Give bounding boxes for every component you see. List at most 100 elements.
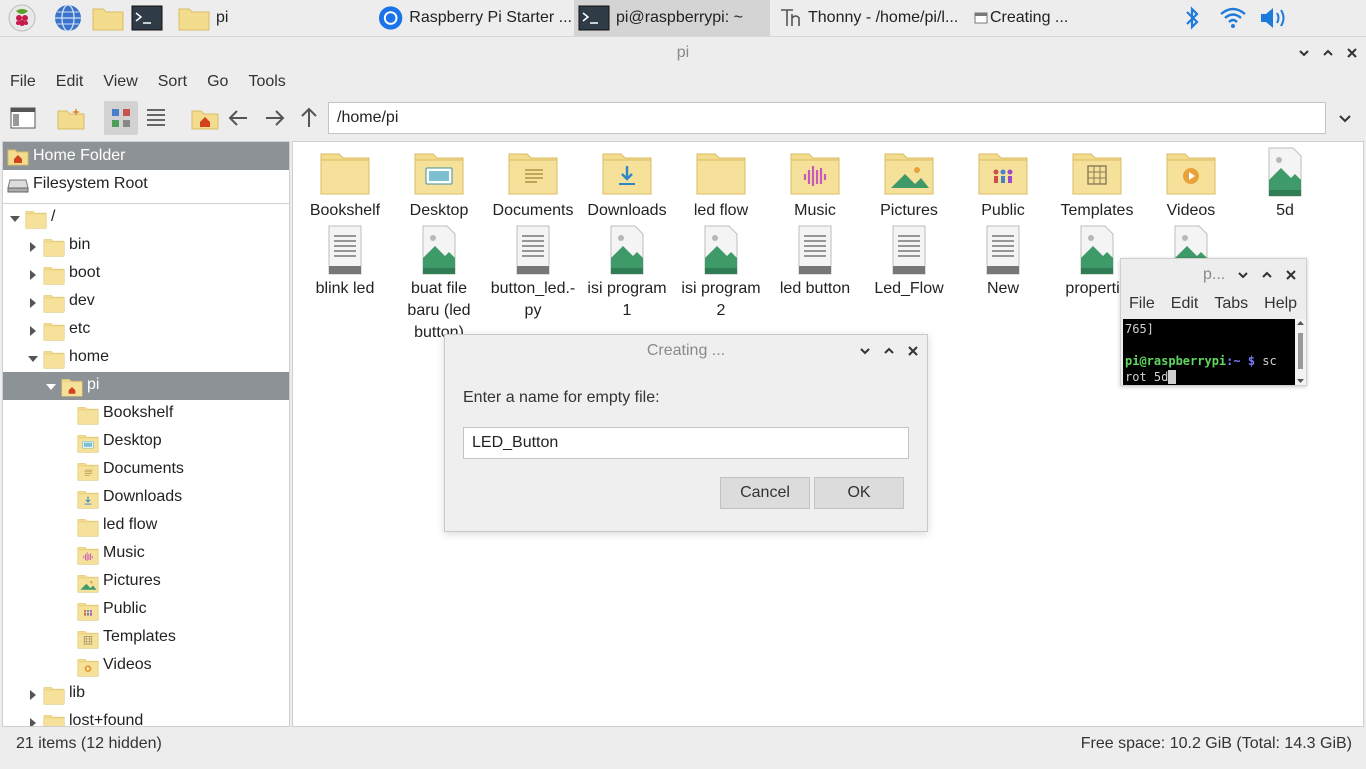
file-item-led-flow[interactable]: led flow [675,146,767,222]
menu-tools[interactable]: Tools [238,69,295,97]
menu-view[interactable]: View [93,69,147,97]
path-input[interactable] [328,102,1326,134]
tree-item-label: bin [69,236,91,253]
file-item-downloads[interactable]: Downloads [581,146,673,222]
tree-item-root[interactable]: / [3,204,289,232]
place-home-folder[interactable]: Home Folder [3,142,289,170]
file-item-music[interactable]: Music [769,146,861,222]
tree-item-bookshelf[interactable]: Bookshelf [3,400,289,428]
expander-collapsed-icon[interactable] [27,240,39,252]
file-manager-icon[interactable] [92,4,124,32]
task-terminal[interactable]: pi@raspberrypi: ~ [574,0,770,36]
volume-icon[interactable] [1258,4,1290,32]
tree-item-etc[interactable]: etc [3,316,289,344]
tree-item-videos[interactable]: Videos [3,652,289,680]
tree-item-home[interactable]: home [3,344,289,372]
tree-item-pictures[interactable]: Pictures [3,568,289,596]
tree-item-music[interactable]: Music [3,540,289,568]
task-file-manager[interactable]: pi [178,0,368,36]
close-icon[interactable] [1342,43,1362,63]
task-browser[interactable]: Raspberry Pi Starter ... [378,0,572,36]
minimize-icon[interactable] [1235,265,1251,290]
expander-expanded-icon[interactable] [45,380,57,392]
file-item-buat-file-baru-led-button[interactable]: buat file baru (led button) [393,224,485,344]
raspberry-icon[interactable] [8,4,36,32]
terminal-menu-tabs[interactable]: Tabs [1206,291,1256,319]
menu-sort[interactable]: Sort [148,69,197,97]
tree-item-lost-found[interactable]: lost+found [3,708,289,726]
file-item-isi-program-1[interactable]: isi program 1 [581,224,673,322]
maximize-icon[interactable] [1259,265,1275,290]
place-filesystem-root[interactable]: Filesystem Root [3,170,289,198]
file-item-bookshelf[interactable]: Bookshelf [299,146,391,222]
file-item-led-button[interactable]: led button [769,224,861,300]
tree-item-bin[interactable]: bin [3,232,289,260]
folder-icon [695,146,747,198]
file-item-new[interactable]: New [957,224,1049,300]
tree-item-dev[interactable]: dev [3,288,289,316]
file-item-5d[interactable]: 5d [1239,146,1331,222]
tree-item-label: Pictures [103,572,161,589]
wifi-icon[interactable] [1218,4,1248,32]
file-item-templates[interactable]: Templates [1051,146,1143,222]
folder-icon [43,684,65,705]
tree-item-templates[interactable]: Templates [3,624,289,652]
file-item-button-led-py[interactable]: button_led.-py [487,224,579,322]
tree-item-downloads[interactable]: Downloads [3,484,289,512]
new-folder-button[interactable] [54,101,88,135]
terminal-scrollbar[interactable] [1295,319,1306,385]
filename-input[interactable] [463,427,909,459]
terminal-output[interactable]: 765] pi@raspberrypi:~ $ sc rot 5d_ [1123,319,1295,385]
file-item-desktop[interactable]: Desktop [393,146,485,222]
expander-expanded-icon[interactable] [9,212,21,224]
menu-file[interactable]: File [0,69,46,97]
expander-collapsed-icon[interactable] [27,268,39,280]
tree-item-pi[interactable]: pi [3,372,289,400]
expander-collapsed-icon[interactable] [27,296,39,308]
terminal-menu-file[interactable]: File [1121,291,1163,319]
file-item-blink-led[interactable]: blink led [299,224,391,300]
tree-item-lib[interactable]: lib [3,680,289,708]
menu-edit[interactable]: Edit [46,69,94,97]
menu-go[interactable]: Go [197,69,238,97]
home-button[interactable] [188,101,222,135]
tree-item-led-flow[interactable]: led flow [3,512,289,540]
minimize-icon[interactable] [1294,43,1314,63]
back-button[interactable] [222,101,256,135]
file-item-led-flow[interactable]: Led_Flow [863,224,955,300]
tree-item-public[interactable]: Public [3,596,289,624]
task-thonny[interactable]: Thonny - /home/pi/l... [778,0,972,36]
file-item-public[interactable]: Public [957,146,1049,222]
cancel-button[interactable]: Cancel [720,477,810,509]
tree-item-documents[interactable]: Documents [3,456,289,484]
expander-collapsed-icon[interactable] [27,716,39,726]
task-dialog[interactable]: Creating ... [974,0,1074,36]
browser-globe-icon[interactable] [54,4,82,32]
ok-button[interactable]: OK [814,477,904,509]
maximize-icon[interactable] [1318,43,1338,63]
file-item-documents[interactable]: Documents [487,146,579,222]
maximize-icon[interactable] [881,342,897,365]
icon-view-button[interactable] [104,101,138,135]
close-icon[interactable] [1283,265,1299,290]
list-view-button[interactable] [139,101,173,135]
expander-expanded-icon[interactable] [27,352,39,364]
file-item-isi-program-2[interactable]: isi program 2 [675,224,767,322]
minimize-icon[interactable] [857,342,873,365]
expander-collapsed-icon[interactable] [27,688,39,700]
terminal-menu-help[interactable]: Help [1256,291,1305,319]
expander-collapsed-icon[interactable] [27,324,39,336]
bluetooth-icon[interactable] [1180,4,1204,32]
up-button[interactable] [292,101,326,135]
new-window-button[interactable] [6,101,40,135]
tree-item-boot[interactable]: boot [3,260,289,288]
path-history-button[interactable] [1328,101,1362,135]
file-item-pictures[interactable]: Pictures [863,146,955,222]
terminal-window[interactable]: p... File Edit Tabs Help 765] pi@raspber… [1120,258,1307,386]
terminal-icon[interactable] [131,4,163,32]
close-icon[interactable] [905,342,921,365]
terminal-menu-edit[interactable]: Edit [1163,291,1207,319]
tree-item-desktop[interactable]: Desktop [3,428,289,456]
file-item-videos[interactable]: Videos [1145,146,1237,222]
forward-button[interactable] [257,101,291,135]
